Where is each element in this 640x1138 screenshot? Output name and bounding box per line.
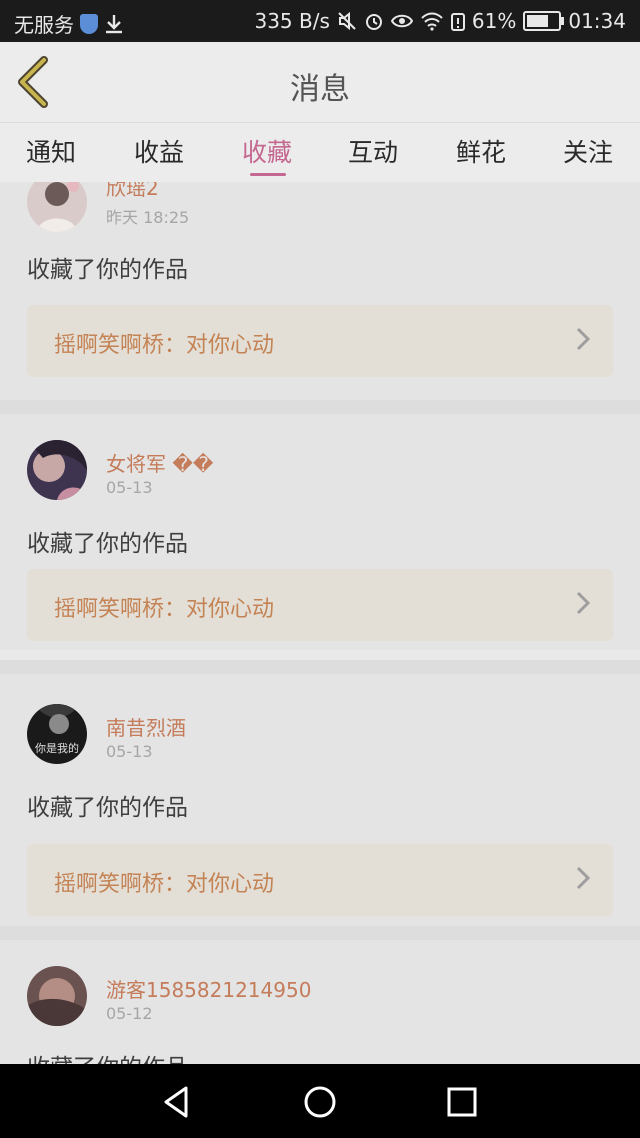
- header-bar: 消息: [0, 42, 640, 122]
- avatar[interactable]: [27, 182, 87, 232]
- tab-favorites[interactable]: 收藏: [242, 133, 292, 169]
- list-item: 你是我的 南昔烈酒 05-13 收藏了你的作品 摇啊笑啊桥：对你心动: [0, 674, 640, 926]
- recents-square-icon[interactable]: [444, 1084, 480, 1120]
- timestamp: 05-13: [106, 478, 153, 497]
- list-item: 欣瑶2 昨天 18:25 收藏了你的作品 摇啊笑啊桥：对你心动: [0, 182, 640, 400]
- clock: 01:34: [568, 9, 626, 33]
- active-tab-indicator: [250, 173, 286, 176]
- action-text: 收藏了你的作品: [27, 1048, 188, 1064]
- action-text: 收藏了你的作品: [27, 257, 188, 283]
- chevron-right-icon: [576, 591, 591, 615]
- alarm-icon: [365, 14, 382, 30]
- work-link[interactable]: 摇啊笑啊桥：对你心动: [27, 844, 613, 916]
- home-circle-icon[interactable]: [302, 1084, 338, 1120]
- battery-percent: 61%: [471, 9, 517, 33]
- mute-icon: [338, 11, 356, 31]
- action-text: 收藏了你的作品: [27, 531, 188, 557]
- net-speed: 335 B/s: [254, 9, 330, 33]
- work-title: 摇啊笑啊桥：对你心动: [54, 597, 275, 622]
- divider: [0, 400, 640, 414]
- tab-interactions[interactable]: 互动: [348, 133, 398, 169]
- username[interactable]: 欣瑶2: [106, 182, 159, 201]
- timestamp: 昨天 18:25: [106, 208, 190, 227]
- work-link[interactable]: 摇啊笑啊桥：对你心动: [27, 569, 613, 641]
- divider: [0, 660, 640, 674]
- username[interactable]: 南昔烈酒: [106, 712, 186, 741]
- timestamp: 05-13: [106, 742, 153, 761]
- work-title: 摇啊笑啊桥：对你心动: [54, 333, 275, 358]
- tab-earnings[interactable]: 收益: [134, 133, 184, 169]
- battery-icon: [523, 11, 565, 31]
- status-bar: 无服务 335 B/s 61% 01:34: [0, 0, 640, 42]
- list-item: 女将军 �� 05-13 收藏了你的作品 摇啊笑啊桥：对你心动: [0, 414, 640, 650]
- work-link[interactable]: 摇啊笑啊桥：对你心动: [27, 305, 613, 377]
- back-triangle-icon[interactable]: [160, 1084, 196, 1120]
- page-title: 消息: [290, 72, 350, 107]
- carrier-label: 无服务: [14, 13, 74, 37]
- list-item: 游客1585821214950 05-12 收藏了你的作品: [0, 940, 640, 1064]
- work-title: 摇啊笑啊桥：对你心动: [54, 872, 275, 897]
- avatar-caption: 你是我的: [35, 741, 79, 755]
- eye-icon: [390, 14, 413, 28]
- avatar[interactable]: [27, 440, 87, 500]
- avatar[interactable]: 你是我的: [27, 704, 87, 764]
- system-nav-bar: [0, 1064, 640, 1138]
- avatar[interactable]: [27, 966, 87, 1026]
- message-feed[interactable]: 欣瑶2 昨天 18:25 收藏了你的作品 摇啊笑啊桥：对你心动 女将军 �� 0…: [0, 182, 640, 1064]
- tab-notifications[interactable]: 通知: [26, 133, 76, 169]
- battery-alert-icon: [450, 13, 465, 31]
- divider: [0, 926, 640, 940]
- tab-flowers[interactable]: 鲜花: [456, 133, 506, 169]
- chevron-right-icon: [576, 866, 591, 890]
- tab-following[interactable]: 关注: [563, 133, 613, 169]
- wifi-icon: [421, 12, 443, 31]
- action-text: 收藏了你的作品: [27, 795, 188, 821]
- username[interactable]: 女将军 ��: [106, 448, 213, 477]
- username[interactable]: 游客1585821214950: [106, 974, 311, 1003]
- tab-bar: 通知 收益 收藏 互动 鲜花 关注: [0, 122, 640, 183]
- shield-icon: [80, 13, 98, 34]
- download-icon: [106, 14, 122, 33]
- chevron-right-icon: [576, 327, 591, 351]
- timestamp: 05-12: [106, 1004, 153, 1023]
